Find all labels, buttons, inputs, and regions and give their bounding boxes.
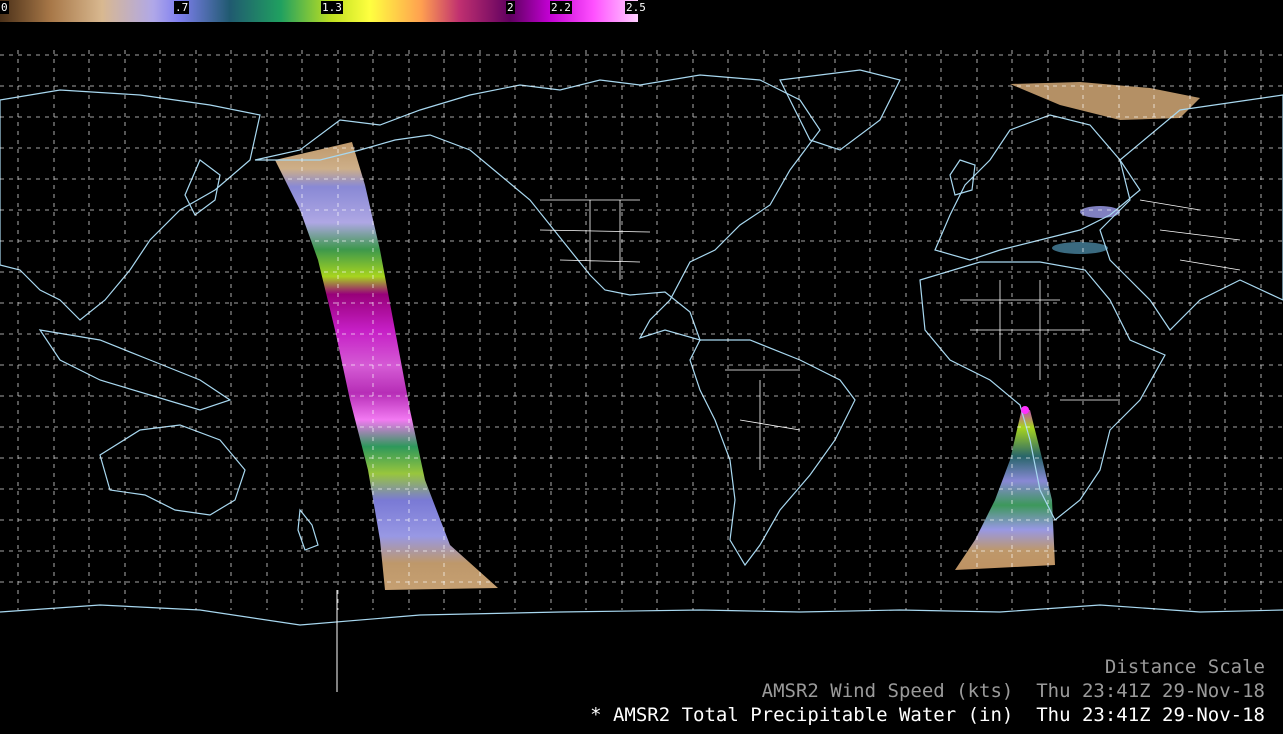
swath-mediterranean [1052,242,1108,254]
legend-distance-scale: Distance Scale [1104,656,1265,678]
new-zealand-outline [297,508,319,551]
swath-pacific [275,142,498,590]
australia-outline [99,424,246,516]
greenland-outline [779,69,901,151]
legend-wind-speed: AMSR2 Wind Speed (kts) Thu 23:41Z 29-Nov… [761,680,1265,702]
continents [0,69,1283,626]
swath-russia [1010,82,1200,120]
colorbar-tick-1: .7 [174,1,190,14]
marker-point [1021,406,1029,414]
lat-lon-grid [0,50,1283,610]
east-asia-outline [0,89,261,321]
colorbar: 0 .7 1.3 2 2.2 2.5 [0,0,647,22]
antarctica-outline [0,604,1283,626]
borders [539,199,1241,470]
south-america-outline [689,339,856,567]
colorbar-tick-4: 2.2 [550,1,572,14]
asia-outline [1099,94,1283,331]
colorbar-gradient [0,0,638,22]
europe-outline [934,114,1141,261]
japan-outline [184,159,221,216]
colorbar-tick-0: 0 [0,1,9,14]
maritime-asia-outline [38,329,232,411]
world-map[interactable] [0,0,1283,734]
colorbar-tick-3: 2 [506,1,515,14]
colorbar-tick-2: 1.3 [321,1,343,14]
colorbar-tick-5: 2.5 [625,1,647,14]
legend-total-precipitable-water: * AMSR2 Total Precipitable Water (in) Th… [590,704,1265,726]
